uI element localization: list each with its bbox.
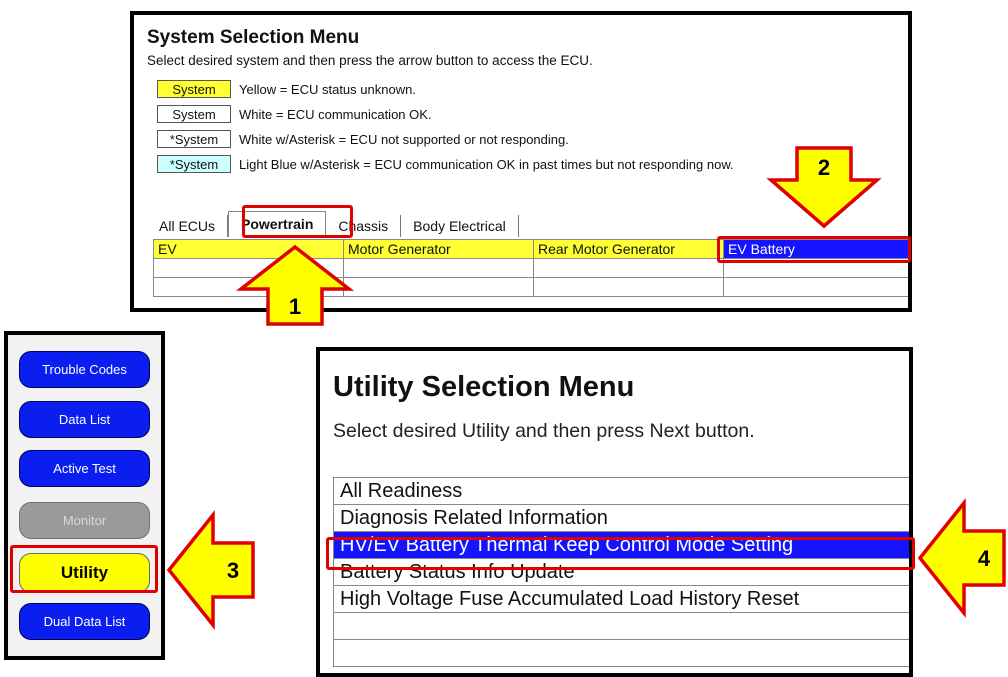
legend-white-asterisk: *System White w/Asterisk = ECU not suppo…	[157, 129, 569, 149]
legend-swatch-white: System	[157, 105, 231, 123]
ecu-ev-battery[interactable]: EV Battery	[723, 239, 908, 259]
tab-body-electrical[interactable]: Body Electrical	[401, 215, 519, 237]
legend-yellow: System Yellow = ECU status unknown.	[157, 79, 416, 99]
arrow-up-step-1-icon: 1	[235, 244, 355, 326]
step-4-label: 4	[978, 546, 991, 571]
dual-data-list-button[interactable]: Dual Data List	[19, 603, 150, 640]
arrow-down-step-2-icon: 2	[766, 146, 882, 229]
step-1-label: 1	[289, 294, 301, 319]
empty-cell[interactable]	[723, 258, 908, 278]
active-test-button[interactable]: Active Test	[19, 450, 150, 487]
step-3-label: 3	[227, 558, 239, 583]
tab-chassis[interactable]: Chassis	[326, 215, 402, 237]
legend-desc-white-asterisk: White w/Asterisk = ECU not supported or …	[239, 131, 569, 147]
utility-item-battery-status-info-update[interactable]: Battery Status Info Update	[334, 559, 909, 586]
step-2-label: 2	[818, 155, 830, 180]
legend-desc-white: White = ECU communication OK.	[239, 106, 432, 122]
data-list-button[interactable]: Data List	[19, 401, 150, 438]
monitor-button[interactable]: Monitor	[19, 502, 150, 539]
empty-cell[interactable]	[533, 258, 724, 278]
arrow-left-step-4-icon: 4	[917, 498, 1006, 618]
empty-cell[interactable]	[533, 277, 724, 297]
empty-cell[interactable]	[723, 277, 908, 297]
empty-cell[interactable]	[343, 258, 534, 278]
utility-item-empty[interactable]	[334, 613, 909, 640]
legend-desc-light-blue: Light Blue w/Asterisk = ECU communicatio…	[239, 156, 734, 172]
utility-item-fuse-load-history-reset[interactable]: High Voltage Fuse Accumulated Load Histo…	[334, 586, 909, 613]
empty-cell[interactable]	[343, 277, 534, 297]
utility-item-empty[interactable]	[334, 640, 909, 667]
system-menu-instruction: Select desired system and then press the…	[147, 53, 593, 68]
utility-selection-menu-panel: Utility Selection Menu Select desired Ut…	[316, 347, 913, 677]
tab-powertrain[interactable]: Powertrain	[228, 211, 327, 237]
legend-swatch-yellow: System	[157, 80, 231, 98]
utility-menu-title: Utility Selection Menu	[333, 371, 635, 403]
legend-swatch-white-asterisk: *System	[157, 130, 231, 148]
legend-white: System White = ECU communication OK.	[157, 104, 432, 124]
legend-swatch-light-blue: *System	[157, 155, 231, 173]
legend-desc-yellow: Yellow = ECU status unknown.	[239, 81, 416, 97]
system-menu-title: System Selection Menu	[147, 27, 360, 48]
ecu-rear-motor-generator[interactable]: Rear Motor Generator	[533, 239, 724, 259]
tab-all-ecus[interactable]: All ECUs	[147, 215, 229, 237]
utility-item-diagnosis-related-information[interactable]: Diagnosis Related Information	[334, 505, 909, 532]
ecu-motor-generator[interactable]: Motor Generator	[343, 239, 534, 259]
utility-list: All Readiness Diagnosis Related Informat…	[333, 477, 909, 667]
legend-light-blue: *System Light Blue w/Asterisk = ECU comm…	[157, 154, 734, 174]
utility-item-battery-thermal-keep-control[interactable]: HV/EV Battery Thermal Keep Control Mode …	[334, 532, 909, 559]
utility-item-all-readiness[interactable]: All Readiness	[334, 478, 909, 505]
trouble-codes-button[interactable]: Trouble Codes	[19, 351, 150, 388]
utility-button[interactable]: Utility	[19, 553, 150, 593]
utility-menu-instruction: Select desired Utility and then press Ne…	[333, 420, 755, 442]
system-tabs: All ECUs Powertrain Chassis Body Electri…	[147, 211, 519, 237]
function-button-panel: Trouble Codes Data List Active Test Moni…	[4, 331, 165, 660]
arrow-left-step-3-icon: 3	[166, 510, 255, 630]
